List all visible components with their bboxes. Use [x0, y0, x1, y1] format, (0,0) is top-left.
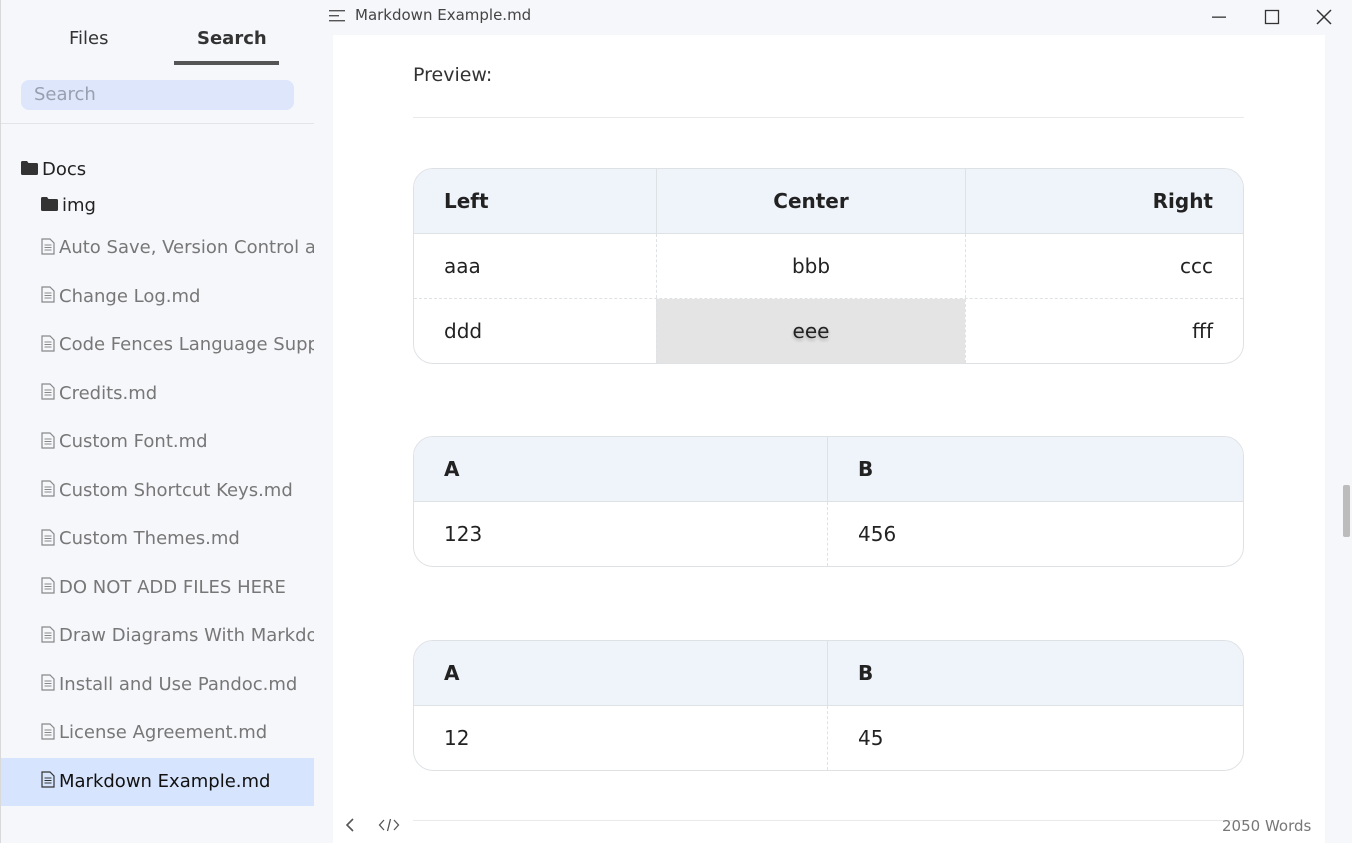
- chevron-left-icon[interactable]: [343, 816, 357, 834]
- table-cell[interactable]: 123: [414, 502, 827, 566]
- file-item[interactable]: Code Fences Language Support.md: [1, 321, 314, 369]
- table-cell[interactable]: ccc: [965, 234, 1243, 298]
- table-header-cell[interactable]: Right: [965, 169, 1243, 233]
- file-item[interactable]: Draw Diagrams With Markdown.md: [1, 612, 314, 660]
- file-label: Custom Font.md: [59, 431, 208, 452]
- close-icon[interactable]: [1313, 6, 1335, 28]
- horizontal-rule: [413, 117, 1244, 118]
- table-cell[interactable]: 45: [827, 706, 1243, 770]
- tab-search[interactable]: Search: [197, 28, 267, 49]
- file-label: Draw Diagrams With Markdown.md: [59, 625, 314, 646]
- document-icon: [41, 674, 55, 691]
- scrollbar-track[interactable]: [1325, 35, 1352, 843]
- title-bar: Markdown Example.md: [313, 0, 1352, 34]
- file-label: Custom Shortcut Keys.md: [59, 479, 293, 501]
- active-tab-indicator: [174, 61, 279, 65]
- table-cell[interactable]: fff: [965, 299, 1243, 363]
- folder-icon: [41, 197, 58, 211]
- document-icon: [41, 625, 55, 643]
- folder-icon: [21, 161, 38, 175]
- file-item[interactable]: Install and Use Pandoc.md: [1, 661, 314, 709]
- document-icon: [41, 771, 55, 788]
- table-alignment[interactable]: Left Center Right aaa bbb ccc ddd eee ff…: [413, 168, 1244, 364]
- file-label: Install and Use Pandoc.md: [59, 673, 298, 695]
- file-item[interactable]: Auto Save, Version Control and Recovery.…: [1, 224, 314, 272]
- source-code-icon[interactable]: [378, 816, 400, 834]
- table-header-cell[interactable]: A: [414, 437, 827, 501]
- search-input[interactable]: Search: [21, 80, 294, 110]
- document-icon: [41, 480, 55, 497]
- file-label: Markdown Example.md: [59, 770, 271, 792]
- table-header-row: Left Center Right: [414, 169, 1243, 233]
- document-icon: [41, 286, 55, 303]
- table-header-cell[interactable]: A: [414, 641, 827, 705]
- window-title: Markdown Example.md: [355, 6, 532, 24]
- preview-label: Preview:: [413, 64, 493, 86]
- file-label: Change Log.md: [59, 285, 201, 307]
- folder-label: Docs: [42, 159, 87, 180]
- folder-label: img: [62, 195, 96, 216]
- table-header-cell[interactable]: B: [827, 641, 1243, 705]
- file-label: Custom Themes.md: [59, 528, 240, 549]
- table-cell[interactable]: 456: [827, 502, 1243, 566]
- minimize-icon[interactable]: [1208, 6, 1230, 28]
- table-cell-selected[interactable]: eee: [656, 299, 965, 363]
- tab-files[interactable]: Files: [69, 28, 109, 49]
- table-ab-2[interactable]: A B 12 45: [413, 640, 1244, 771]
- file-item[interactable]: Credits.md: [1, 370, 314, 418]
- sidebar-tabs: Files Search: [1, 0, 314, 66]
- folder-docs[interactable]: Docs: [1, 152, 314, 188]
- word-count[interactable]: 2050 Words: [1222, 817, 1311, 835]
- sidebar: Files Search Search Docs img Auto Save, …: [0, 0, 333, 843]
- file-item[interactable]: Custom Shortcut Keys.md: [1, 467, 314, 515]
- table-ab-1[interactable]: A B 123 456: [413, 436, 1244, 567]
- table-header-row: A B: [414, 641, 1243, 705]
- file-label: DO NOT ADD FILES HERE: [59, 576, 286, 598]
- file-label: Credits.md: [59, 382, 158, 404]
- maximize-icon[interactable]: [1261, 6, 1283, 28]
- table-row: ddd eee fff: [414, 298, 1243, 363]
- footer-divider: [413, 820, 1244, 821]
- file-label: License Agreement.md: [59, 722, 268, 743]
- table-row: 123 456: [414, 501, 1243, 566]
- file-item[interactable]: DO NOT ADD FILES HERE: [1, 564, 314, 612]
- document-icon: [41, 528, 55, 546]
- sidebar-divider: [1, 123, 314, 124]
- table-header-cell[interactable]: Left: [414, 169, 656, 233]
- document-icon: [41, 577, 55, 594]
- scrollbar-thumb[interactable]: [1343, 485, 1350, 537]
- file-item-active[interactable]: Markdown Example.md: [1, 757, 314, 806]
- editor-area[interactable]: Preview: Left Center Right aaa bbb ccc d…: [333, 35, 1325, 843]
- document-icon: [41, 722, 55, 740]
- file-label: Auto Save, Version Control and Recovery.…: [59, 237, 314, 258]
- file-item[interactable]: Change Log.md: [1, 273, 314, 321]
- table-cell[interactable]: aaa: [414, 234, 656, 298]
- document-icon: [41, 431, 55, 449]
- table-cell[interactable]: ddd: [414, 299, 656, 363]
- file-item[interactable]: Custom Font.md: [1, 418, 314, 466]
- file-item[interactable]: License Agreement.md: [1, 709, 314, 757]
- file-item[interactable]: Custom Themes.md: [1, 515, 314, 563]
- folder-img[interactable]: img: [1, 188, 314, 224]
- table-header-row: A B: [414, 437, 1243, 501]
- menu-icon[interactable]: [329, 9, 345, 23]
- table-row: aaa bbb ccc: [414, 233, 1243, 298]
- file-label: Code Fences Language Support.md: [59, 334, 314, 355]
- document-icon: [41, 334, 55, 352]
- document-icon: [41, 237, 55, 255]
- table-cell[interactable]: bbb: [656, 234, 965, 298]
- document-icon: [41, 383, 55, 400]
- table-header-cell[interactable]: B: [827, 437, 1243, 501]
- table-cell[interactable]: 12: [414, 706, 827, 770]
- table-row: 12 45: [414, 705, 1243, 770]
- table-header-cell[interactable]: Center: [656, 169, 965, 233]
